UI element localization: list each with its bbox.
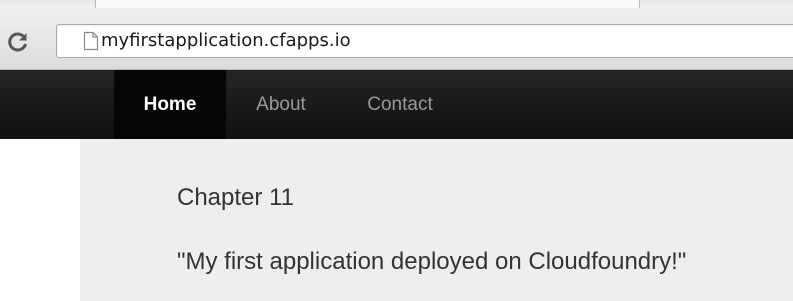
main-content: Chapter 11 "My first application deploye… — [80, 139, 793, 301]
browser-toolbar: myfirstapplication.cfapps.io — [0, 0, 793, 70]
reload-button[interactable] — [4, 28, 32, 56]
nav-about[interactable]: About — [236, 70, 326, 139]
nav-contact[interactable]: Contact — [350, 70, 450, 139]
url-text[interactable]: myfirstapplication.cfapps.io — [101, 30, 351, 51]
page-icon — [83, 31, 99, 51]
address-bar[interactable]: myfirstapplication.cfapps.io — [56, 24, 793, 58]
page-message: "My first application deployed on Cloudf… — [177, 248, 687, 275]
navbar: Home About Contact — [0, 70, 793, 139]
page-heading: Chapter 11 — [177, 184, 294, 211]
browser-tab[interactable] — [95, 0, 640, 8]
reload-icon — [8, 32, 27, 52]
nav-home[interactable]: Home — [114, 70, 226, 139]
